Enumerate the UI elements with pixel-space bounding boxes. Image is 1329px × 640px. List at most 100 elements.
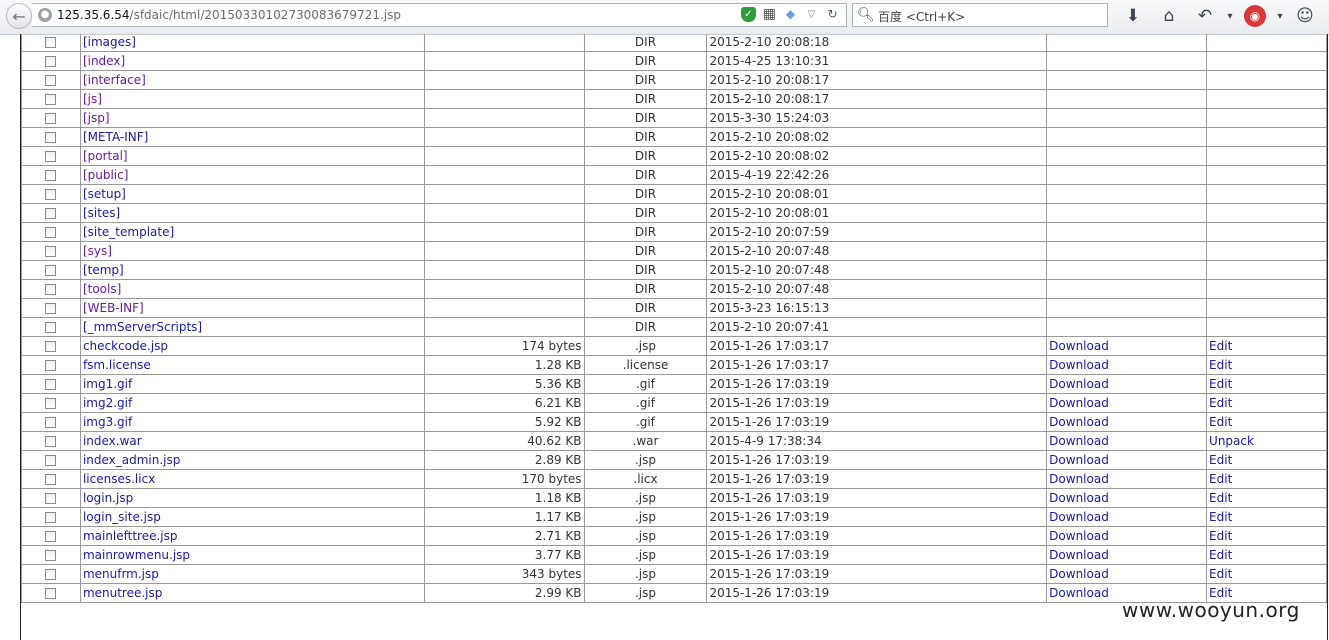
row-checkbox[interactable] (45, 417, 57, 428)
download-link[interactable]: Download (1049, 415, 1109, 429)
download-link[interactable]: Download (1049, 586, 1109, 600)
row-checkbox[interactable] (45, 246, 57, 257)
file-name-link[interactable]: [site_template] (83, 225, 174, 239)
action-link[interactable]: Edit (1209, 339, 1232, 353)
history-back-icon[interactable]: ↶ (1187, 4, 1223, 28)
file-name-link[interactable]: licenses.licx (83, 472, 155, 486)
action-link[interactable]: Edit (1209, 453, 1232, 467)
action-link[interactable]: Edit (1209, 529, 1232, 543)
row-checkbox[interactable] (45, 455, 57, 466)
file-name-link[interactable]: menutree.jsp (83, 586, 162, 600)
action-link[interactable]: Unpack (1209, 434, 1254, 448)
row-checkbox[interactable] (45, 94, 57, 105)
file-name-link[interactable]: [_mmServerScripts] (83, 320, 202, 334)
download-link[interactable]: Download (1049, 567, 1109, 581)
file-name-link[interactable]: img2.gif (83, 396, 132, 410)
download-link[interactable]: Download (1049, 472, 1109, 486)
row-checkbox[interactable] (45, 360, 57, 371)
file-name-link[interactable]: login.jsp (83, 491, 133, 505)
file-name-link[interactable]: [tools] (83, 282, 121, 296)
download-link[interactable]: Download (1049, 358, 1109, 372)
file-name-link[interactable]: [WEB-INF] (83, 301, 144, 315)
file-name-link[interactable]: mainrowmenu.jsp (83, 548, 190, 562)
file-name-link[interactable]: [public] (83, 168, 128, 182)
file-name-link[interactable]: menufrm.jsp (83, 567, 159, 581)
row-checkbox[interactable] (45, 474, 57, 485)
address-bar[interactable]: ● 125.35.6.54/sfdaic/html/20150330102730… (32, 3, 847, 27)
download-link[interactable]: Download (1049, 548, 1109, 562)
action-link[interactable]: Edit (1209, 548, 1232, 562)
file-name-link[interactable]: [sites] (83, 206, 120, 220)
file-name-link[interactable]: mainlefttree.jsp (83, 529, 178, 543)
row-checkbox[interactable] (45, 113, 57, 124)
row-checkbox[interactable] (45, 227, 57, 238)
download-arrow-icon[interactable]: ⬇ (1115, 4, 1151, 28)
row-checkbox[interactable] (45, 569, 57, 580)
history-dropdown-icon[interactable]: ▾ (1223, 11, 1237, 22)
file-name-link[interactable]: [jsp] (83, 111, 110, 125)
file-name-link[interactable]: login_site.jsp (83, 510, 161, 524)
qr-code-icon[interactable]: ▦ (762, 7, 777, 22)
file-name-link[interactable]: img1.gif (83, 377, 132, 391)
row-checkbox[interactable] (45, 170, 57, 181)
action-link[interactable]: Edit (1209, 415, 1232, 429)
addon-dropdown-icon[interactable]: ▾ (1273, 11, 1287, 22)
reload-icon[interactable]: ↻ (825, 7, 840, 22)
file-name-link[interactable]: index.war (83, 434, 142, 448)
home-icon[interactable]: ⌂ (1151, 4, 1187, 28)
action-link[interactable]: Edit (1209, 567, 1232, 581)
download-link[interactable]: Download (1049, 453, 1109, 467)
row-checkbox[interactable] (45, 493, 57, 504)
row-checkbox[interactable] (45, 132, 57, 143)
action-link[interactable]: Edit (1209, 396, 1232, 410)
download-link[interactable]: Download (1049, 510, 1109, 524)
download-link[interactable]: Download (1049, 339, 1109, 353)
row-checkbox[interactable] (45, 151, 57, 162)
download-link[interactable]: Download (1049, 491, 1109, 505)
file-name-link[interactable]: [sys] (83, 244, 112, 258)
row-checkbox[interactable] (45, 75, 57, 86)
file-name-link[interactable]: [interface] (83, 73, 146, 87)
row-checkbox[interactable] (45, 303, 57, 314)
smiley-feedback-icon[interactable]: ☺ (1287, 4, 1323, 28)
file-name-link[interactable]: [portal] (83, 149, 128, 163)
row-checkbox[interactable] (45, 189, 57, 200)
file-name-link[interactable]: fsm.license (83, 358, 151, 372)
addon-icon-wrap[interactable]: ◉ (1237, 4, 1273, 28)
row-checkbox[interactable] (45, 284, 57, 295)
action-link[interactable]: Edit (1209, 472, 1232, 486)
action-link[interactable]: Edit (1209, 510, 1232, 524)
file-name-link[interactable]: [temp] (83, 263, 124, 277)
action-link[interactable]: Edit (1209, 377, 1232, 391)
row-checkbox[interactable] (45, 379, 57, 390)
row-checkbox[interactable] (45, 398, 57, 409)
action-link[interactable]: Edit (1209, 358, 1232, 372)
row-checkbox[interactable] (45, 56, 57, 67)
dropdown-arrow-icon[interactable]: ▽ (804, 7, 819, 22)
download-link[interactable]: Download (1049, 529, 1109, 543)
file-name-link[interactable]: [js] (83, 92, 102, 106)
file-name-link[interactable]: [setup] (83, 187, 126, 201)
file-name-link[interactable]: [index] (83, 54, 125, 68)
search-bar[interactable]: 🔍︎ 百度 <Ctrl+K> (852, 3, 1108, 27)
row-checkbox[interactable] (45, 436, 57, 447)
row-checkbox[interactable] (45, 550, 57, 561)
row-checkbox[interactable] (45, 512, 57, 523)
extension-cube-icon[interactable]: ◆ (783, 7, 798, 22)
download-link[interactable]: Download (1049, 396, 1109, 410)
row-checkbox[interactable] (45, 341, 57, 352)
file-name-link[interactable]: checkcode.jsp (83, 339, 168, 353)
security-shield-icon[interactable]: ✓ (741, 7, 756, 22)
row-checkbox[interactable] (45, 588, 57, 599)
row-checkbox[interactable] (45, 322, 57, 333)
row-checkbox[interactable] (45, 265, 57, 276)
file-name-link[interactable]: index_admin.jsp (83, 453, 180, 467)
row-checkbox[interactable] (45, 531, 57, 542)
file-name-link[interactable]: [images] (83, 35, 136, 49)
row-checkbox[interactable] (45, 37, 57, 48)
download-link[interactable]: Download (1049, 434, 1109, 448)
row-checkbox[interactable] (45, 208, 57, 219)
file-name-link[interactable]: [META-INF] (83, 130, 148, 144)
back-button[interactable]: ← (6, 3, 32, 29)
download-link[interactable]: Download (1049, 377, 1109, 391)
